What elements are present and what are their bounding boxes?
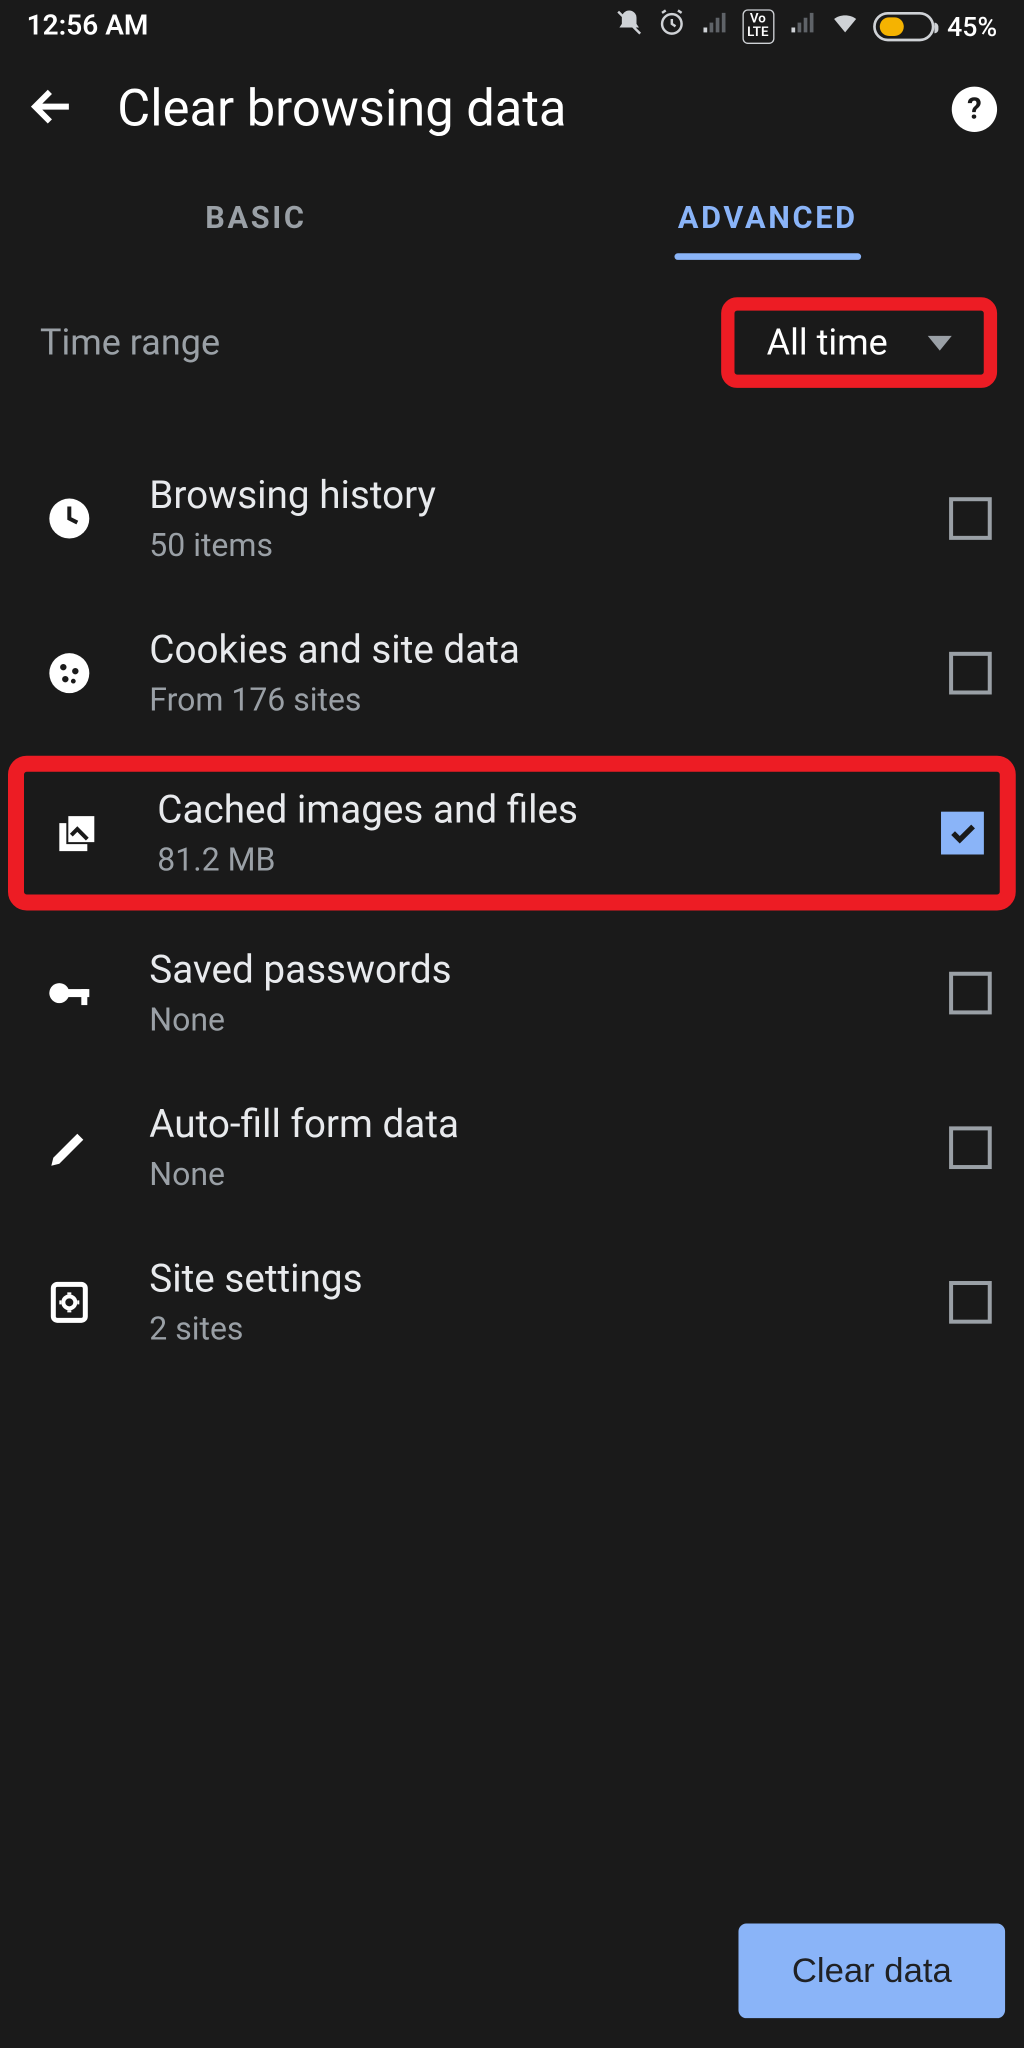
item-title: Saved passwords (149, 948, 898, 993)
item-passwords[interactable]: Saved passwords None (0, 916, 1024, 1071)
item-title: Cookies and site data (149, 628, 898, 673)
status-time: 12:56 AM (27, 11, 149, 43)
clear-data-button[interactable]: Clear data (739, 1924, 1006, 2019)
time-range-dropdown[interactable]: All time (743, 311, 976, 375)
checkbox-cookies[interactable] (949, 652, 992, 695)
checkbox-cached[interactable] (941, 812, 984, 855)
signal-1-icon (699, 8, 728, 45)
item-browsing-history[interactable]: Browsing history 50 items (0, 441, 1024, 596)
item-subtitle: From 176 sites (149, 681, 898, 718)
item-title: Browsing history (149, 473, 898, 518)
gear-page-icon (40, 1278, 99, 1326)
clock-icon (40, 495, 99, 543)
item-site-settings[interactable]: Site settings 2 sites (0, 1225, 1024, 1380)
cookie-icon (40, 649, 99, 697)
key-icon (40, 969, 99, 1017)
item-autofill[interactable]: Auto-fill form data None (0, 1070, 1024, 1225)
bell-off-icon (614, 8, 643, 45)
status-icons: VoLTE 45% (614, 8, 997, 45)
time-range-value: All time (767, 321, 888, 364)
app-bar: Clear browsing data ? (0, 53, 1024, 178)
item-subtitle: None (149, 1156, 898, 1193)
highlight-time-range: All time (721, 297, 997, 388)
item-title: Auto-fill form data (149, 1102, 898, 1147)
item-cookies[interactable]: Cookies and site data From 176 sites (0, 596, 1024, 751)
checkbox-site-settings[interactable] (949, 1281, 992, 1324)
bottom-bar: Clear data (0, 1905, 1024, 2037)
battery-icon (872, 12, 933, 41)
signal-2-icon (787, 8, 816, 45)
wifi-icon (830, 8, 859, 45)
chevron-down-icon (928, 335, 952, 350)
item-subtitle: 2 sites (149, 1310, 898, 1347)
item-title: Site settings (149, 1257, 898, 1302)
checkbox-autofill[interactable] (949, 1126, 992, 1169)
volte-icon: VoLTE (742, 9, 774, 44)
tab-advanced[interactable]: ADVANCED (512, 179, 1024, 258)
time-range-label: Time range (40, 321, 220, 364)
item-title: Cached images and files (157, 788, 890, 833)
item-cached[interactable]: Cached images and files 81.2 MB (8, 756, 1016, 911)
page-title: Clear browsing data (117, 80, 911, 139)
time-range-row: Time range All time (0, 257, 1024, 428)
checkbox-browsing-history[interactable] (949, 497, 992, 540)
alarm-icon (657, 8, 686, 45)
item-subtitle: None (149, 1001, 898, 1038)
status-bar: 12:56 AM VoLTE 45% (0, 0, 1024, 53)
tab-basic[interactable]: BASIC (0, 179, 512, 258)
item-subtitle: 50 items (149, 527, 898, 564)
checkbox-passwords[interactable] (949, 972, 992, 1015)
battery-percent: 45% (947, 11, 997, 43)
images-icon (48, 809, 107, 857)
clear-data-list: Browsing history 50 items Cookies and si… (0, 428, 1024, 1393)
back-button[interactable] (27, 81, 78, 137)
item-subtitle: 81.2 MB (157, 841, 890, 878)
help-icon[interactable]: ? (952, 87, 997, 132)
tabs: BASIC ADVANCED (0, 179, 1024, 258)
pencil-icon (40, 1124, 99, 1172)
